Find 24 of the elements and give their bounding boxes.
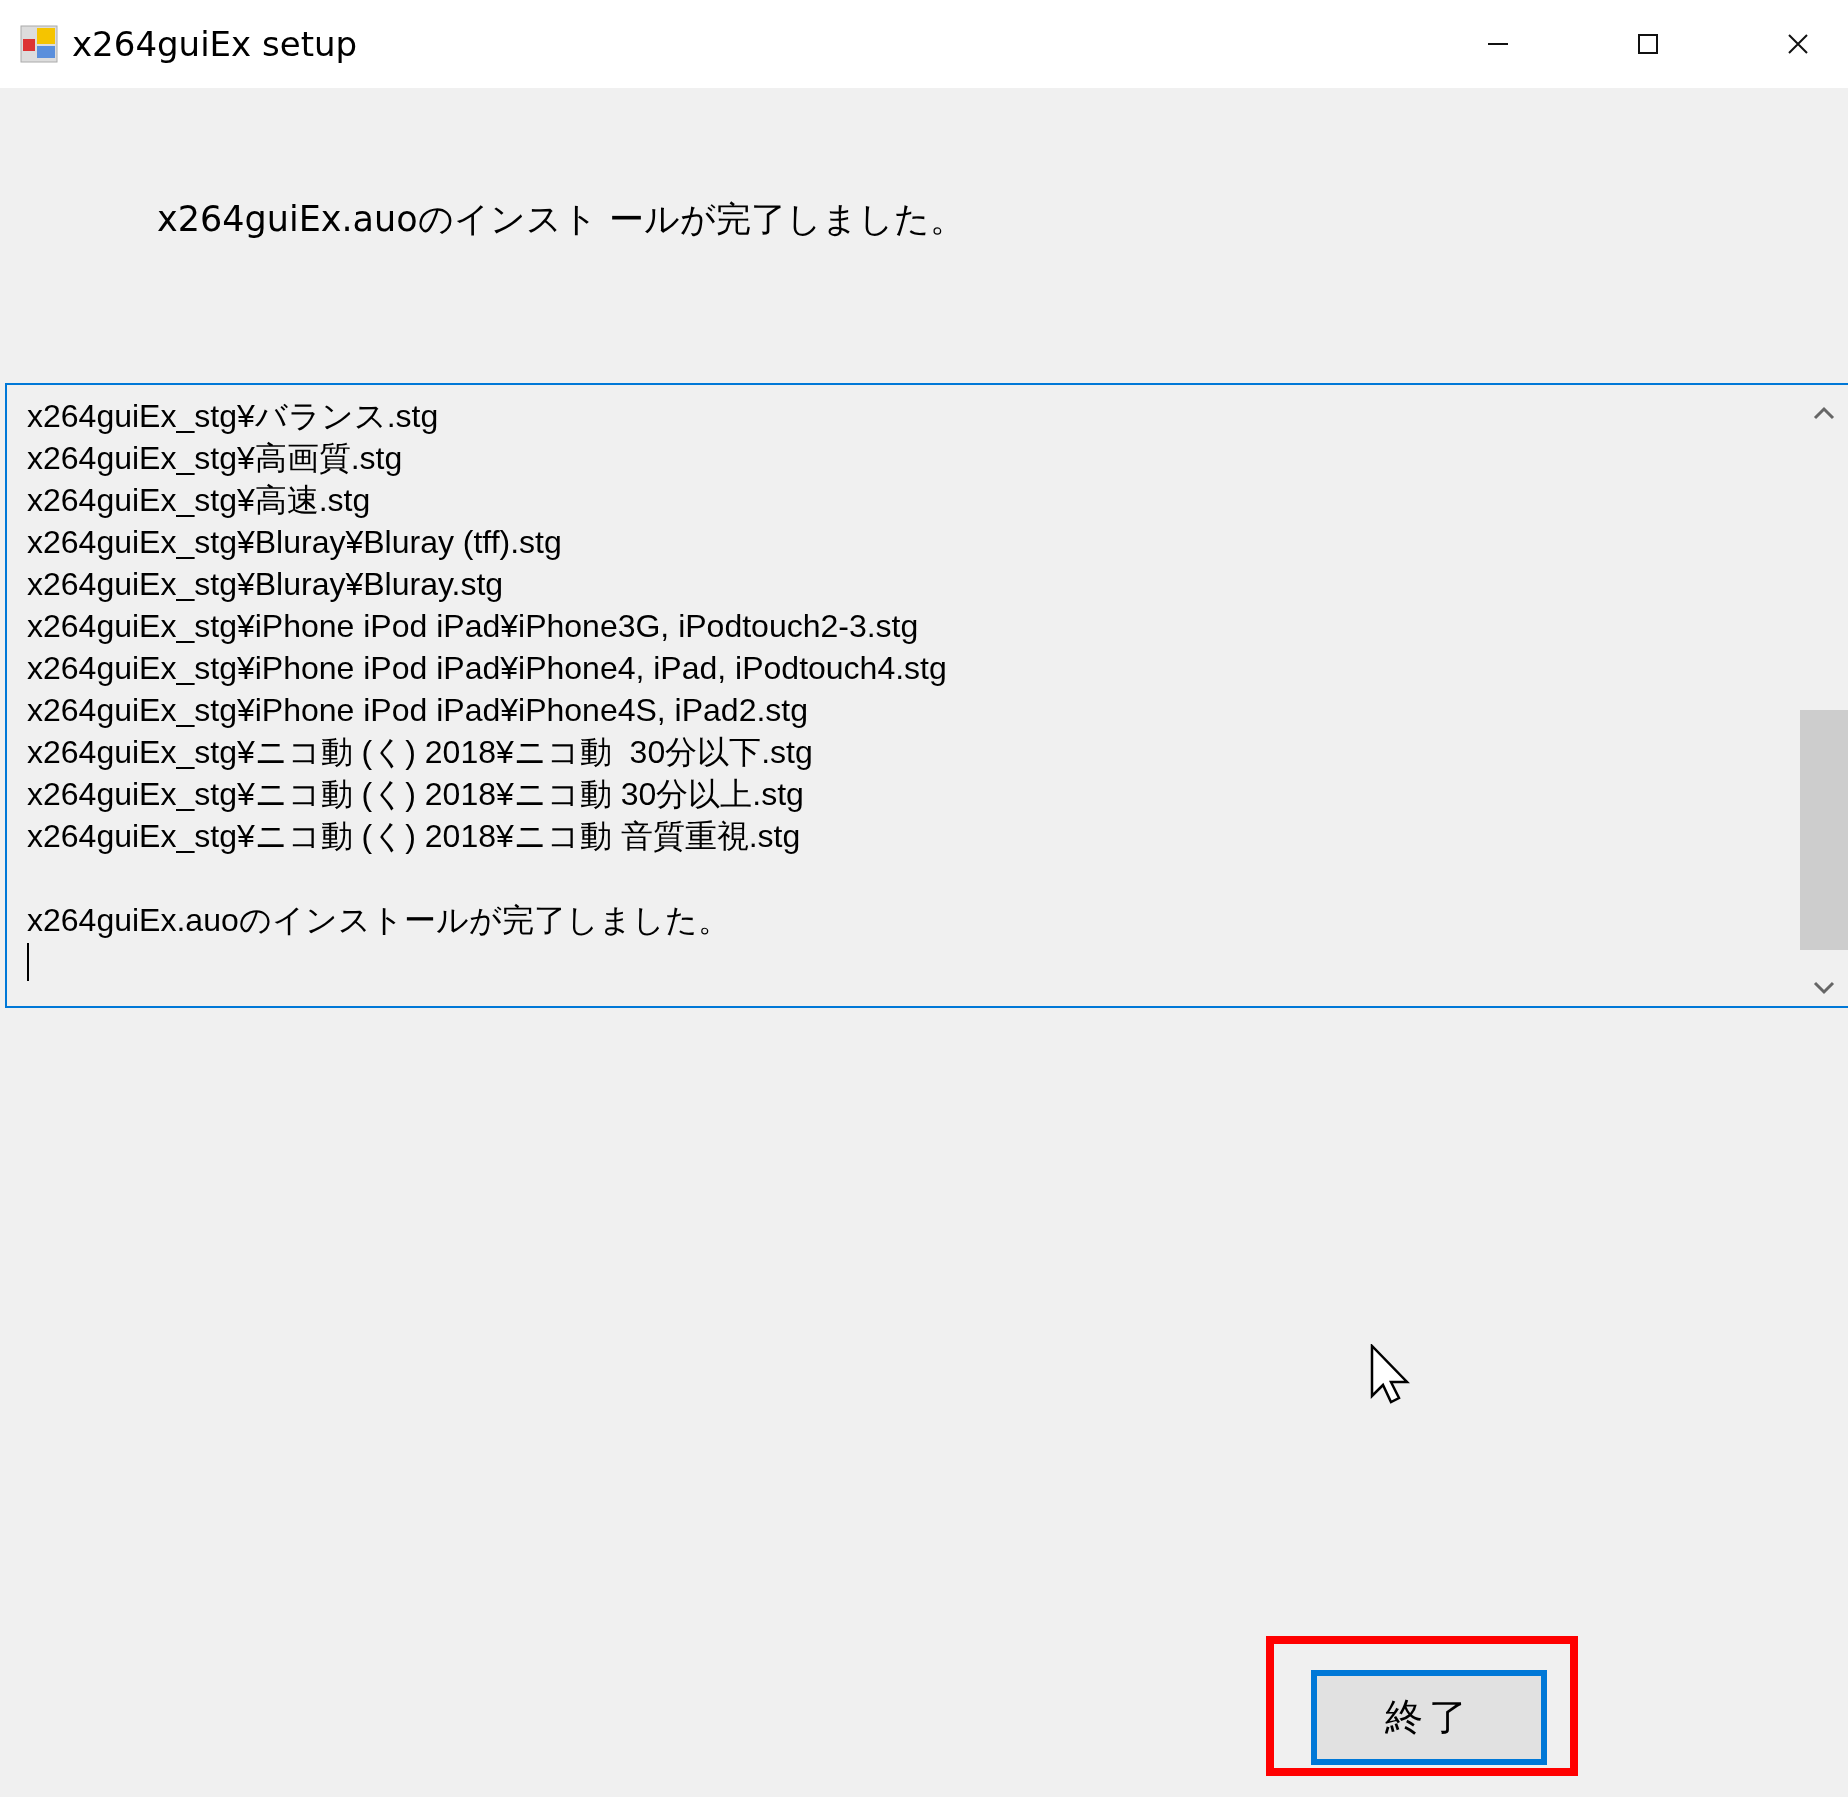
log-text-area[interactable] (5, 383, 1848, 1008)
log-line: x264guiEx.auoのインストールが完了しました。 (27, 901, 731, 940)
log-line: x264guiEx_stg¥iPhone iPod iPad¥iPhone3G, iPodtouch2-3.stg (27, 607, 920, 646)
log-line: x264guiEx_stg¥iPhone iPod iPad¥iPhone4S, iPad2.stg (27, 691, 809, 730)
log-line: x264guiEx_stg¥Bluray¥Bluray (tff).stg (27, 523, 563, 562)
scroll-down-icon[interactable] (1812, 980, 1836, 996)
scrollbar-thumb[interactable] (1800, 710, 1848, 950)
log-line: x264guiEx_stg¥ニコ動 (く) 2018¥ニコ動 30分以下.stg (27, 733, 814, 772)
mouse-pointer-icon (1370, 1344, 1410, 1404)
completion-message: x264guiEx.auoのインスト ールが完了しました。 (157, 198, 966, 241)
finish-button[interactable]: 終了 (1311, 1670, 1547, 1765)
log-line: x264guiEx_stg¥高速.stg (27, 481, 372, 520)
text-cursor (27, 943, 29, 981)
app-icon (20, 25, 58, 63)
close-icon[interactable] (1788, 34, 1808, 54)
log-line: x264guiEx_stg¥ニコ動 (く) 2018¥ニコ動 30分以上.stg (27, 775, 805, 814)
maximize-icon[interactable] (1638, 34, 1658, 54)
log-line: x264guiEx_stg¥高画質.stg (27, 439, 404, 478)
scroll-up-icon[interactable] (1812, 405, 1836, 421)
log-line: x264guiEx_stg¥バランス.stg (27, 397, 440, 436)
log-line: x264guiEx_stg¥iPhone iPod iPad¥iPhone4, iPad, iPodtouch4.stg (27, 649, 948, 688)
log-line: x264guiEx_stg¥ニコ動 (く) 2018¥ニコ動 音質重視.stg (27, 817, 802, 856)
window-title: x264guiEx setup (72, 24, 358, 64)
log-line: x264guiEx_stg¥Bluray¥Bluray.stg (27, 565, 505, 604)
